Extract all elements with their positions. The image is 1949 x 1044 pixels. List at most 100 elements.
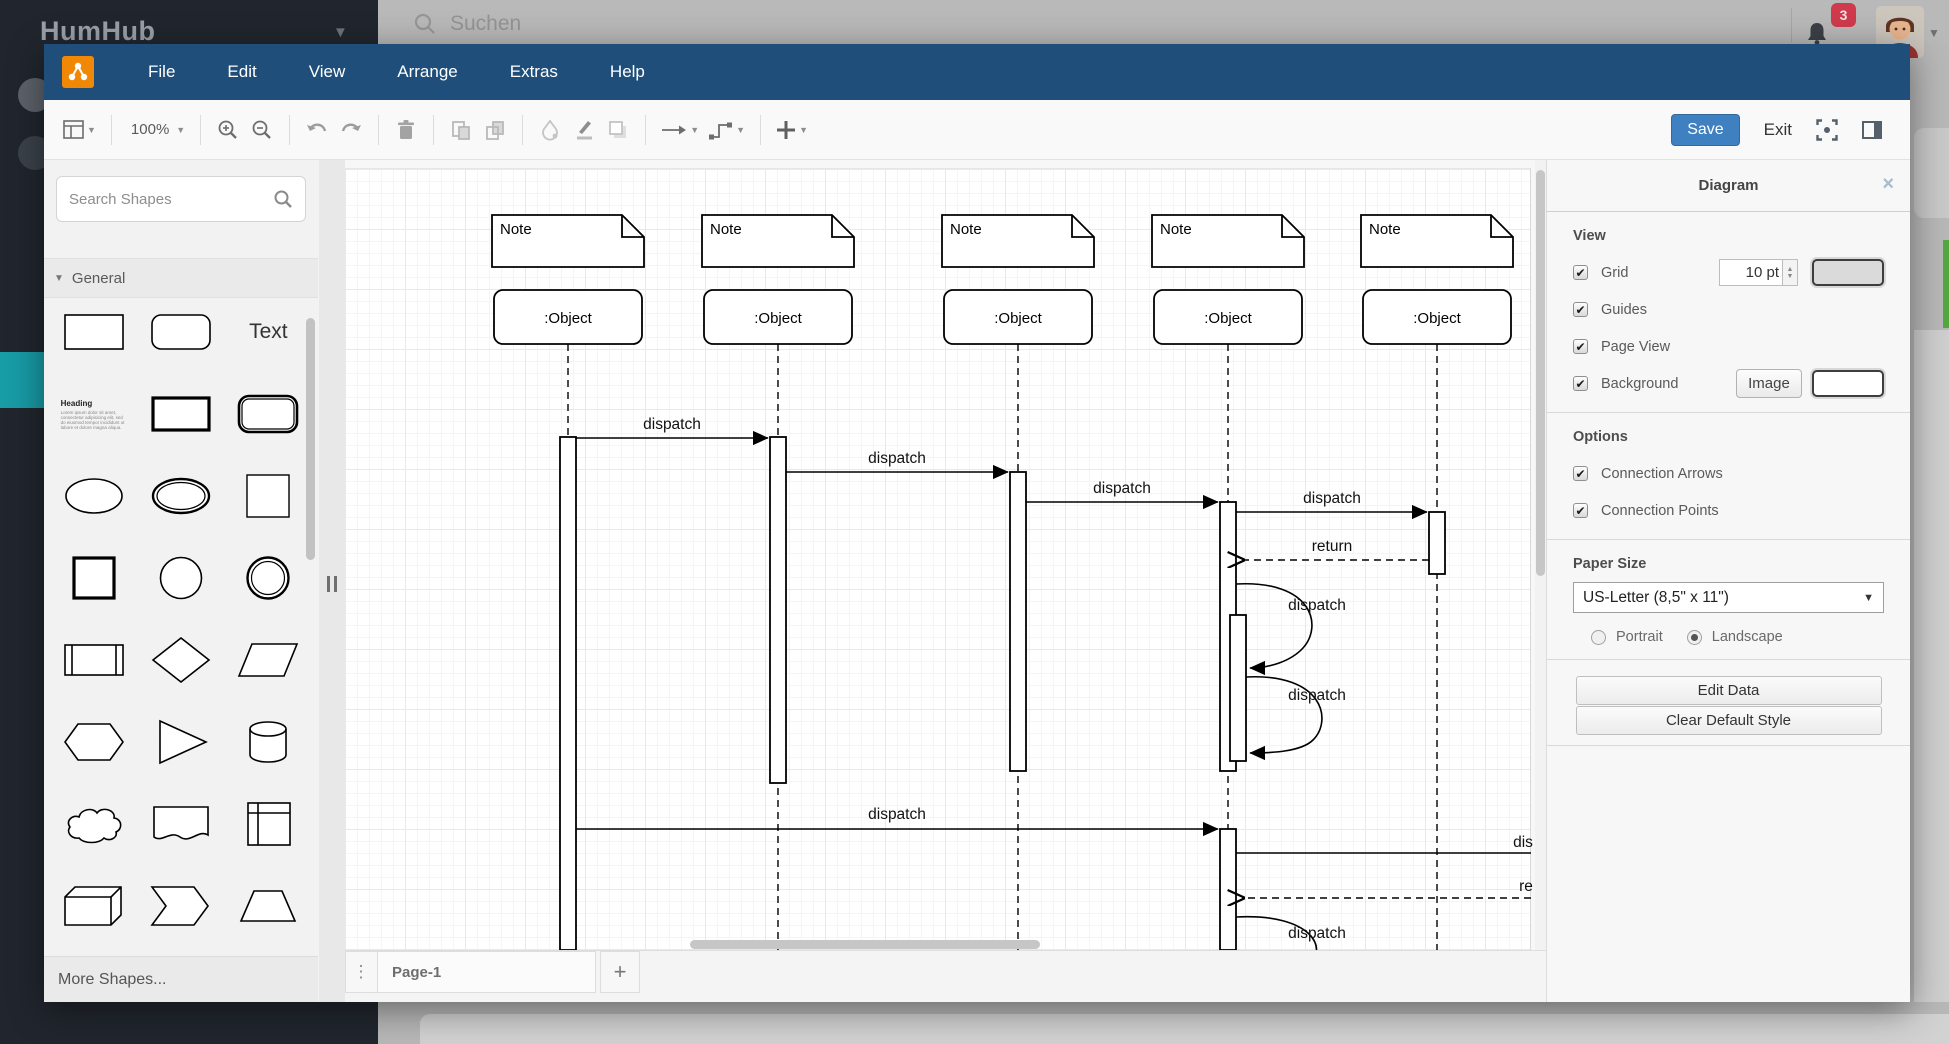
shape-cube[interactable] xyxy=(50,882,137,930)
shape-rectangle-bold[interactable] xyxy=(137,390,224,438)
notification-badge: 3 xyxy=(1831,3,1856,27)
activation-bar[interactable] xyxy=(1230,615,1246,761)
note-shape[interactable]: Note xyxy=(492,215,644,267)
shape-internal-storage[interactable] xyxy=(225,800,312,848)
paper-size-select[interactable]: US-Letter (8,5" x 11") ▼ xyxy=(1573,582,1884,613)
shape-square-bold[interactable] xyxy=(50,554,137,602)
svg-text:Note: Note xyxy=(500,221,532,238)
scrollbar-thumb[interactable] xyxy=(1536,170,1545,576)
object-shape[interactable]: :Object xyxy=(1363,290,1511,344)
grid-size-input[interactable]: 10 pt xyxy=(1719,259,1783,286)
activation-bar[interactable] xyxy=(1010,472,1026,771)
save-button[interactable]: Save xyxy=(1671,114,1739,146)
shape-textbox[interactable]: Heading Lorem ipsum dolor sit amet, cons… xyxy=(50,390,137,438)
shapes-panel-scrollbar[interactable] xyxy=(306,318,315,560)
canvas-vertical-scrollbar[interactable] xyxy=(1535,160,1546,950)
to-back-button[interactable] xyxy=(478,112,512,148)
fill-color-button[interactable] xyxy=(533,112,567,148)
add-page-button[interactable]: + xyxy=(600,951,640,993)
background-checkbox[interactable]: ✔ xyxy=(1573,376,1588,391)
toggle-format-panel-icon[interactable] xyxy=(1862,121,1882,139)
shape-trapezoid[interactable] xyxy=(225,882,312,930)
shape-search-input[interactable] xyxy=(69,191,273,208)
note-shape[interactable]: Note xyxy=(702,215,854,267)
menu-view[interactable]: View xyxy=(283,62,372,82)
more-shapes-button[interactable]: More Shapes... xyxy=(44,956,318,1002)
activation-bar[interactable] xyxy=(770,437,786,783)
connection-style-button[interactable]: ▼ xyxy=(656,112,704,148)
close-icon[interactable]: × xyxy=(1882,173,1894,196)
background-image-button[interactable]: Image xyxy=(1736,369,1802,398)
menu-arrange[interactable]: Arrange xyxy=(371,62,483,82)
section-general[interactable]: ▼ General xyxy=(44,258,318,298)
to-front-button[interactable] xyxy=(444,112,478,148)
connection-points-checkbox[interactable]: ✔ xyxy=(1573,503,1588,518)
line-color-button[interactable] xyxy=(567,112,601,148)
shape-triangle[interactable] xyxy=(137,718,224,766)
activation-bar[interactable] xyxy=(560,437,576,950)
menu-edit[interactable]: Edit xyxy=(201,62,282,82)
object-shape[interactable]: :Object xyxy=(494,290,642,344)
shape-cloud[interactable] xyxy=(50,800,137,848)
shape-square[interactable] xyxy=(225,472,312,520)
menu-help[interactable]: Help xyxy=(584,62,671,82)
waypoints-button[interactable]: ▼ xyxy=(704,112,750,148)
shape-double-ellipse[interactable] xyxy=(137,472,224,520)
shape-cylinder[interactable] xyxy=(225,718,312,766)
canvas-horizontal-scrollbar[interactable] xyxy=(345,939,1535,950)
shape-rounded-double[interactable] xyxy=(225,390,312,438)
background-color-swatch[interactable] xyxy=(1812,370,1884,397)
paper-size-section: Paper Size US-Letter (8,5" x 11") ▼ Port… xyxy=(1547,540,1910,659)
panel-splitter[interactable] xyxy=(318,160,345,1002)
shape-search-box[interactable] xyxy=(56,176,306,222)
connection-arrows-checkbox[interactable]: ✔ xyxy=(1573,466,1588,481)
note-shape[interactable]: Note xyxy=(1152,215,1304,267)
shape-step[interactable] xyxy=(137,882,224,930)
shape-rectangle[interactable] xyxy=(50,308,137,356)
grid-color-swatch[interactable] xyxy=(1812,259,1884,286)
note-shape[interactable]: Note xyxy=(942,215,1094,267)
activation-bar[interactable] xyxy=(1429,512,1445,574)
grid-checkbox[interactable]: ✔ xyxy=(1573,265,1588,280)
note-shape[interactable]: Note xyxy=(1361,215,1513,267)
shadow-button[interactable] xyxy=(601,112,635,148)
shape-double-circle[interactable] xyxy=(225,554,312,602)
activation-bar[interactable] xyxy=(1220,829,1236,950)
shape-parallelogram[interactable] xyxy=(225,636,312,684)
shape-circle[interactable] xyxy=(137,554,224,602)
shape-ellipse[interactable] xyxy=(50,472,137,520)
object-shape[interactable]: :Object xyxy=(1154,290,1302,344)
pages-menu-button[interactable]: ⋮ xyxy=(345,951,378,993)
menu-file[interactable]: File xyxy=(122,62,201,82)
view-outline-button[interactable]: ▼ xyxy=(58,112,101,148)
page-view-checkbox[interactable]: ✔ xyxy=(1573,339,1588,354)
clear-default-style-button[interactable]: Clear Default Style xyxy=(1576,706,1882,735)
shape-rounded-rectangle[interactable] xyxy=(137,308,224,356)
zoom-level-button[interactable]: 100% ▼ xyxy=(122,112,190,148)
delete-button[interactable] xyxy=(389,112,423,148)
zoom-in-button[interactable] xyxy=(211,112,245,148)
portrait-radio[interactable] xyxy=(1591,630,1606,645)
object-shape[interactable]: :Object xyxy=(944,290,1092,344)
diagram-canvas[interactable]: Note Note Note Note Note :Object :Object… xyxy=(345,160,1546,950)
exit-button[interactable]: Exit xyxy=(1764,120,1792,140)
page-tab[interactable]: Page-1 xyxy=(378,951,596,993)
shape-diamond[interactable] xyxy=(137,636,224,684)
edit-data-button[interactable]: Edit Data xyxy=(1576,676,1882,705)
redo-button[interactable] xyxy=(334,112,368,148)
scrollbar-thumb[interactable] xyxy=(690,940,1040,949)
guides-checkbox[interactable]: ✔ xyxy=(1573,302,1588,317)
shape-hexagon[interactable] xyxy=(50,718,137,766)
fullscreen-icon[interactable] xyxy=(1816,119,1838,141)
shape-document[interactable] xyxy=(137,800,224,848)
menu-extras[interactable]: Extras xyxy=(484,62,584,82)
grid-size-stepper[interactable]: ▲▼ xyxy=(1783,259,1798,286)
grid-label: Grid xyxy=(1601,265,1628,281)
object-shape[interactable]: :Object xyxy=(704,290,852,344)
landscape-radio[interactable] xyxy=(1687,630,1702,645)
zoom-out-button[interactable] xyxy=(245,112,279,148)
insert-button[interactable]: ▼ xyxy=(771,112,813,148)
shape-process[interactable] xyxy=(50,636,137,684)
shape-text[interactable]: Text xyxy=(225,308,312,356)
undo-button[interactable] xyxy=(300,112,334,148)
